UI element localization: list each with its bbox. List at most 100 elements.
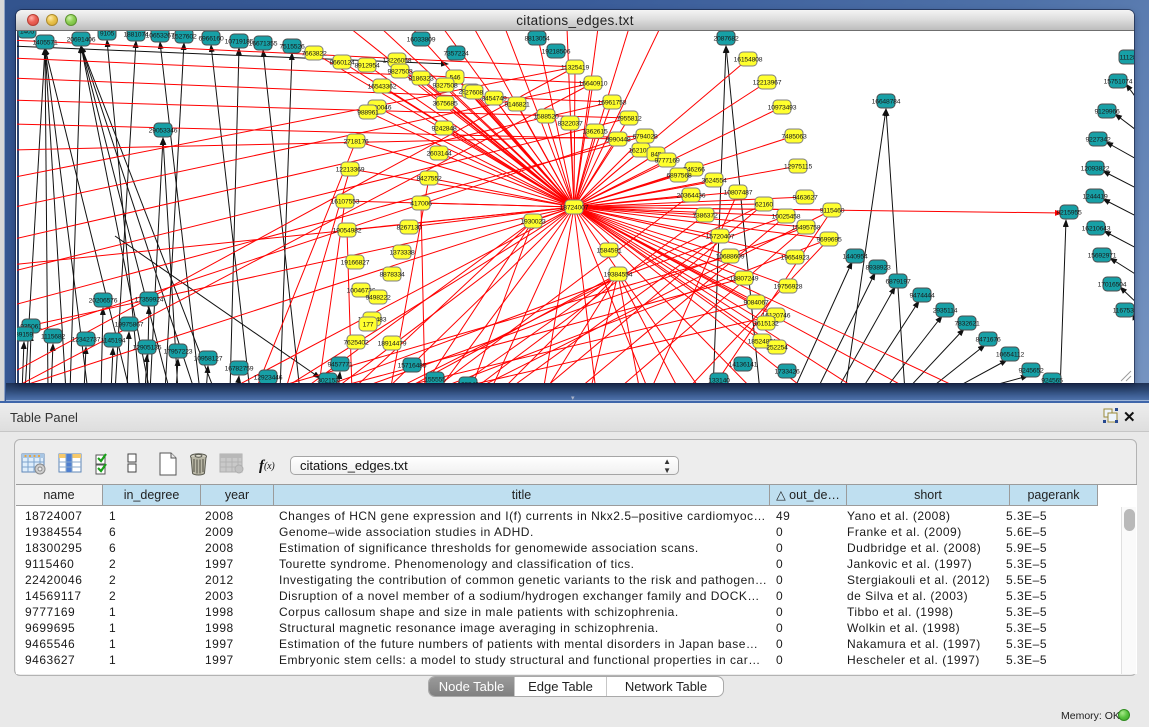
- svg-text:7386372: 7386372: [692, 212, 717, 219]
- svg-text:7357224: 7357224: [443, 50, 468, 57]
- svg-text:10973493: 10973493: [768, 104, 797, 111]
- svg-text:9777169: 9777169: [654, 157, 679, 164]
- svg-text:10807487: 10807487: [724, 189, 753, 196]
- svg-text:9227342: 9227342: [1085, 136, 1110, 143]
- svg-text:1244419: 1244419: [1082, 193, 1107, 200]
- svg-text:9699695: 9699695: [816, 236, 841, 243]
- svg-text:2603144: 2603144: [426, 150, 451, 157]
- svg-text:8427552: 8427552: [416, 175, 441, 182]
- svg-text:9105: 9105: [100, 31, 115, 37]
- svg-text:9242848: 9242848: [431, 125, 456, 132]
- svg-text:18914479: 18914479: [378, 340, 407, 347]
- svg-text:16033809: 16033809: [407, 36, 436, 43]
- svg-text:1440954: 1440954: [842, 253, 867, 260]
- svg-text:10958127: 10958127: [194, 355, 223, 362]
- svg-text:1930023: 1930023: [520, 218, 545, 225]
- svg-text:11128: 11128: [1120, 54, 1134, 61]
- svg-text:10025458: 10025458: [772, 213, 801, 220]
- svg-text:1527602: 1527602: [171, 33, 196, 40]
- svg-text:8938923: 8938923: [865, 264, 890, 271]
- svg-text:1733426: 1733426: [774, 368, 799, 375]
- svg-text:8471676: 8471676: [975, 336, 1000, 343]
- svg-text:17359924: 17359924: [135, 296, 164, 303]
- svg-text:7485063: 7485063: [781, 133, 806, 140]
- svg-text:8912954: 8912954: [354, 62, 379, 69]
- svg-text:3624554: 3624554: [701, 177, 726, 184]
- svg-text:7955812: 7955812: [616, 115, 641, 122]
- svg-text:19756928: 19756928: [774, 283, 803, 290]
- svg-text:29053346: 29053346: [149, 127, 178, 134]
- svg-text:9457771: 9457771: [327, 361, 352, 368]
- svg-text:18724007: 18724007: [560, 204, 589, 211]
- svg-text:19384554: 19384554: [604, 271, 633, 278]
- svg-text:12213369: 12213369: [336, 166, 365, 173]
- svg-text:16961758: 16961758: [598, 99, 627, 106]
- svg-text:7625402: 7625402: [343, 339, 368, 346]
- svg-text:16107553: 16107553: [331, 198, 360, 205]
- svg-text:12342737: 12342737: [72, 336, 101, 343]
- svg-text:7515526: 7515526: [279, 43, 304, 50]
- svg-text:924565: 924565: [1041, 377, 1063, 383]
- svg-text:15720407: 15720407: [706, 233, 735, 240]
- svg-text:1405571: 1405571: [32, 39, 57, 46]
- svg-text:1584591: 1584591: [596, 247, 621, 254]
- svg-text:9827503: 9827503: [387, 68, 412, 75]
- svg-text:8454749: 8454749: [481, 95, 506, 102]
- svg-text:9463627: 9463627: [792, 194, 817, 201]
- svg-text:8878334: 8878334: [379, 271, 404, 278]
- svg-text:20691406: 20691406: [67, 36, 96, 43]
- svg-text:417006: 417006: [410, 200, 432, 207]
- svg-text:16648784: 16648784: [872, 98, 901, 105]
- svg-text:8215955: 8215955: [1056, 209, 1081, 216]
- svg-text:8322037: 8322037: [557, 120, 582, 127]
- svg-text:9474444: 9474444: [909, 292, 934, 299]
- svg-text:62160: 62160: [755, 201, 773, 208]
- svg-text:133140: 133140: [708, 377, 730, 383]
- svg-text:2087682: 2087682: [713, 35, 738, 42]
- svg-text:8186323: 8186323: [408, 75, 433, 82]
- svg-text:8267130: 8267130: [396, 224, 421, 231]
- svg-text:155555: 155555: [424, 376, 446, 383]
- svg-text:9245652: 9245652: [1018, 367, 1043, 374]
- svg-text:16671355: 16671355: [249, 40, 278, 47]
- svg-text:20364436: 20364436: [677, 192, 706, 199]
- svg-text:12093822: 12093822: [1081, 165, 1110, 172]
- svg-text:20206576: 20206576: [89, 297, 118, 304]
- svg-text:1405: 1405: [20, 31, 35, 35]
- svg-text:8813054: 8813054: [524, 35, 549, 42]
- svg-text:9498222: 9498222: [365, 294, 390, 301]
- svg-text:2718176: 2718176: [343, 138, 368, 145]
- svg-text:6897568: 6897568: [666, 172, 691, 179]
- svg-text:11325419: 11325419: [561, 64, 590, 71]
- svg-text:15495758: 15495758: [792, 224, 821, 231]
- svg-text:15692971: 15692971: [1088, 252, 1117, 259]
- svg-text:12905135: 12905135: [133, 344, 162, 351]
- svg-text:1115682: 1115682: [41, 333, 65, 340]
- svg-text:12213967: 12213967: [753, 79, 782, 86]
- svg-text:12975115: 12975115: [784, 163, 813, 170]
- svg-text:1373338: 1373338: [389, 249, 414, 256]
- svg-text:8660124: 8660124: [329, 59, 354, 66]
- svg-text:9129966: 9129966: [1094, 108, 1119, 115]
- svg-text:9327508: 9327508: [432, 82, 457, 89]
- svg-text:10654112: 10654112: [996, 351, 1025, 358]
- svg-text:1167533: 1167533: [1113, 307, 1134, 314]
- svg-text:12923446: 12923446: [254, 374, 283, 381]
- svg-text:16782759: 16782759: [225, 365, 254, 372]
- svg-text:10688609: 10688609: [716, 253, 745, 260]
- svg-text:9084067: 9084067: [743, 299, 768, 306]
- svg-text:8990448: 8990448: [605, 136, 630, 143]
- svg-text:19054982: 19054982: [333, 227, 362, 234]
- svg-text:3675685: 3675685: [432, 100, 457, 107]
- svg-text:162349: 162349: [457, 381, 479, 383]
- svg-text:17016504: 17016504: [1098, 281, 1127, 288]
- svg-text:1615132: 1615132: [753, 320, 778, 327]
- svg-text:2935114: 2935114: [933, 307, 958, 314]
- svg-text:9146821: 9146821: [504, 101, 529, 108]
- svg-text:13226058: 13226058: [383, 57, 412, 64]
- svg-text:6794028: 6794028: [632, 133, 657, 140]
- svg-text:17957223: 17957223: [164, 348, 193, 355]
- svg-text:1588520: 1588520: [533, 113, 558, 120]
- svg-text:1145194: 1145194: [101, 337, 126, 344]
- svg-text:177: 177: [363, 321, 374, 328]
